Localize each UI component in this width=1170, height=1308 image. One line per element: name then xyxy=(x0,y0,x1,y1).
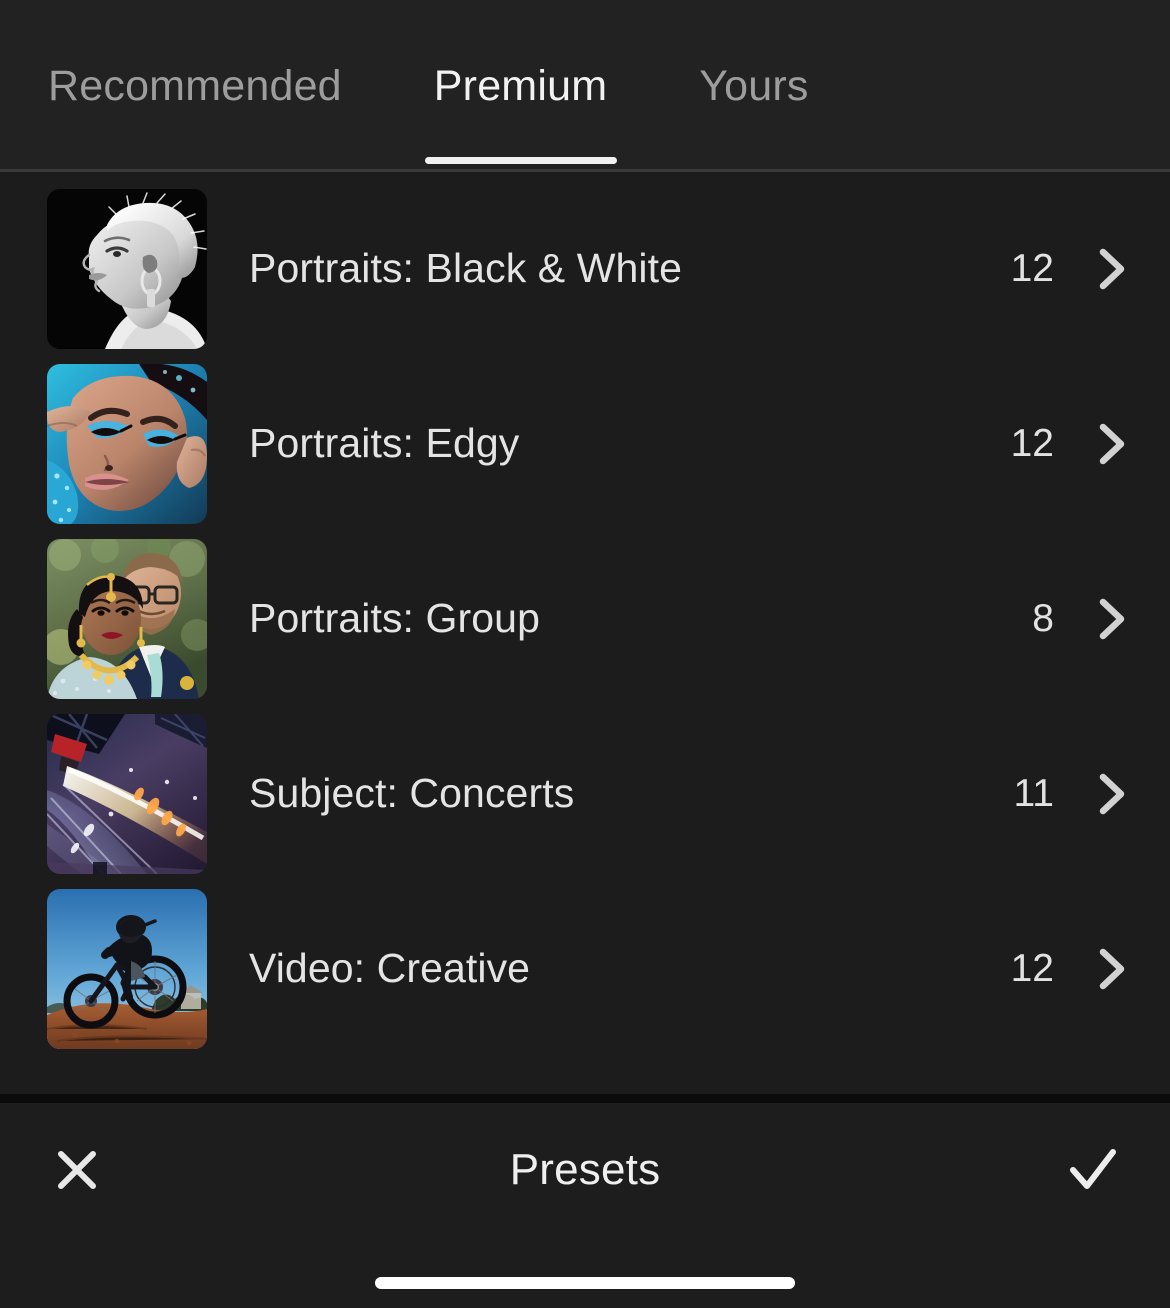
list-item-count: 12 xyxy=(1010,422,1054,465)
mountain-biker-sky-thumbnail xyxy=(47,888,207,1049)
tab-recommended-label: Recommended xyxy=(48,61,342,110)
chevron-right-icon[interactable] xyxy=(1090,947,1134,991)
list-item-label: Video: Creative xyxy=(249,945,531,991)
list-item-count: 8 xyxy=(1032,597,1054,640)
chevron-right-icon[interactable] xyxy=(1090,772,1134,816)
tab-recommended[interactable]: Recommended xyxy=(48,61,342,110)
tabbar-divider xyxy=(0,169,1170,172)
page-title: Presets xyxy=(509,1144,661,1194)
tab-premium-label: Premium xyxy=(433,61,608,110)
tab-yours[interactable]: Yours xyxy=(699,61,809,110)
list-item-count: 11 xyxy=(1013,772,1055,815)
home-indicator[interactable] xyxy=(375,1277,795,1289)
list-item[interactable]: Subject: Concerts 11 xyxy=(0,706,1170,881)
tab-premium[interactable]: Premium xyxy=(424,61,617,164)
list-item-label: Portraits: Edgy xyxy=(249,420,520,466)
chevron-right-icon[interactable] xyxy=(1090,597,1134,641)
portrait-group-wedding-couple-thumbnail xyxy=(47,538,207,699)
list-item[interactable]: Video: Creative 12 xyxy=(0,881,1170,1056)
bottom-bar-separator xyxy=(0,1094,1170,1103)
list-item-count: 12 xyxy=(1010,247,1054,290)
portrait-edgy-blue-makeup-thumbnail xyxy=(47,363,207,524)
concert-stage-lights-thumbnail xyxy=(47,713,207,874)
checkmark-icon[interactable] xyxy=(1062,1139,1124,1201)
chevron-right-icon[interactable] xyxy=(1090,422,1134,466)
close-x-icon[interactable] xyxy=(46,1139,108,1201)
list-item[interactable]: Portraits: Edgy 12 xyxy=(0,356,1170,531)
list-item-label: Subject: Concerts xyxy=(249,770,575,816)
list-item[interactable]: Portraits: Black & White 12 xyxy=(0,181,1170,356)
portrait-black-and-white-thumbnail xyxy=(47,188,207,349)
system-navigation-area xyxy=(0,1236,1170,1308)
presets-panel: Recommended Premium Yours Portraits: Bla… xyxy=(0,0,1170,1308)
list-item-count: 12 xyxy=(1010,947,1054,990)
preset-group-list[interactable]: Portraits: Black & White 12 Portraits: E… xyxy=(0,172,1170,1094)
list-item-label: Portraits: Group xyxy=(249,595,540,641)
preset-category-tabbar: Recommended Premium Yours xyxy=(0,0,1170,172)
list-item-label: Portraits: Black & White xyxy=(249,245,683,291)
tab-active-underline xyxy=(424,156,617,164)
chevron-right-icon[interactable] xyxy=(1090,247,1134,291)
tab-yours-label: Yours xyxy=(699,61,809,110)
list-item[interactable]: Portraits: Group 8 xyxy=(0,531,1170,706)
panel-action-bar: Presets xyxy=(0,1103,1170,1236)
